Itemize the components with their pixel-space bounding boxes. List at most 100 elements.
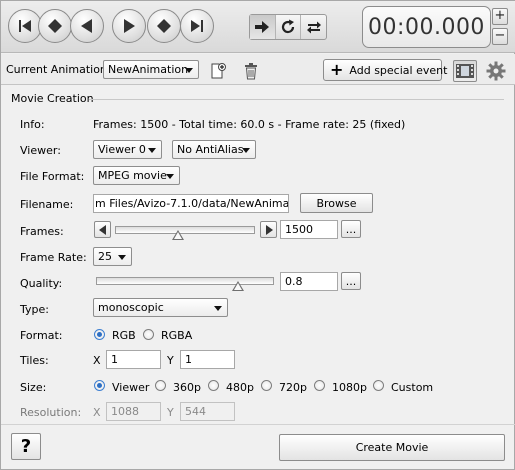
file-format-select[interactable]: MPEG movie (93, 166, 180, 185)
skip-to-start-button[interactable] (8, 9, 42, 43)
play-forward-button[interactable] (112, 9, 146, 43)
delete-animation-button[interactable] (240, 60, 262, 82)
type-value: monoscopic (98, 301, 164, 314)
size-option-720p: 720p (279, 381, 307, 394)
chevron-down-icon (118, 255, 126, 260)
next-keyframe-icon (157, 19, 171, 33)
help-button[interactable]: ? (11, 433, 41, 460)
viewer-label: Viewer: (20, 144, 61, 157)
tiles-label: Tiles: (20, 354, 49, 367)
add-special-event-button[interactable]: + Add special event (323, 59, 447, 81)
settings-button[interactable] (485, 60, 507, 82)
frames-slider-handle[interactable] (172, 230, 184, 240)
chevron-down-icon (166, 174, 174, 179)
next-keyframe-button[interactable] (147, 9, 181, 43)
size-radio-480p[interactable] (208, 380, 219, 391)
viewer-value: Viewer 0 (98, 143, 146, 156)
help-label: ? (20, 436, 32, 457)
time-increment-button[interactable]: + (492, 8, 508, 25)
settings-gear-icon (486, 61, 506, 81)
frames-value: 1500 (285, 223, 313, 236)
new-animation-icon (211, 63, 226, 79)
plus-icon: + (330, 60, 344, 79)
tiles-x-input[interactable]: 1 (106, 350, 161, 369)
arrow-left-icon (98, 224, 106, 235)
quality-label: Quality: (20, 277, 63, 290)
filename-label: Filename: (20, 198, 74, 211)
movie-creation-title: Movie Creation (11, 92, 94, 105)
resolution-x-label: X (93, 406, 101, 419)
current-animation-label: Current Animation: (6, 63, 111, 76)
size-option-360p: 360p (173, 381, 201, 394)
create-movie-label: Create Movie (355, 441, 429, 454)
resolution-x-value: 1088 (111, 405, 139, 418)
size-radio-720p[interactable] (261, 380, 272, 391)
arrow-right-icon (265, 224, 273, 235)
transport-toolbar: 00:00.000 + − (1, 1, 515, 53)
time-decrement-button[interactable]: − (492, 28, 508, 45)
frame-rate-value: 25 (98, 250, 112, 263)
resolution-y-input[interactable]: 544 (180, 402, 235, 421)
playback-mode-group (249, 14, 327, 40)
chevron-down-icon (242, 148, 250, 153)
file-format-label: File Format: (20, 170, 85, 183)
skip-to-end-icon (191, 20, 203, 32)
frames-decrement-button[interactable] (94, 221, 111, 238)
tiles-y-label: Y (167, 354, 174, 367)
chevron-down-icon (148, 148, 156, 153)
tiles-y-input[interactable]: 1 (180, 350, 235, 369)
footer-divider (1, 424, 515, 425)
previous-keyframe-button[interactable] (38, 9, 72, 43)
size-radio-360p[interactable] (155, 380, 166, 391)
frames-slider-track[interactable] (115, 226, 255, 234)
format-radio-rgb[interactable] (94, 329, 105, 340)
frames-increment-button[interactable] (260, 221, 277, 238)
swing-button[interactable] (301, 15, 326, 39)
size-radio-viewer[interactable] (94, 380, 105, 391)
create-movie-button[interactable]: Create Movie (279, 434, 505, 461)
resolution-label: Resolution: (20, 406, 82, 419)
resolution-x-input[interactable]: 1088 (106, 402, 161, 421)
size-option-1080p: 1080p (332, 381, 367, 394)
skip-to-start-icon (19, 20, 31, 32)
frames-options-button[interactable]: ... (341, 220, 361, 238)
quality-options-label: ... (345, 274, 357, 288)
antialias-select[interactable]: No AntiAlias (172, 140, 256, 159)
frames-input[interactable]: 1500 (280, 220, 338, 239)
browse-label: Browse (316, 196, 357, 210)
movie-creation-icon (456, 64, 474, 78)
quality-options-button[interactable]: ... (341, 272, 361, 290)
file-format-value: MPEG movie (98, 169, 167, 182)
quality-input[interactable]: 0.8 (280, 272, 338, 291)
current-animation-select[interactable]: NewAnimation (103, 60, 199, 79)
chevron-down-icon (185, 68, 193, 73)
frame-rate-select[interactable]: 25 (93, 247, 132, 266)
delete-animation-icon (245, 63, 257, 80)
size-radio-custom[interactable] (373, 380, 384, 391)
swing-icon (306, 21, 321, 34)
viewer-select[interactable]: Viewer 0 (93, 140, 162, 159)
size-label: Size: (20, 381, 47, 394)
size-radio-1080p[interactable] (314, 380, 325, 391)
play-backward-icon (81, 19, 92, 33)
browse-button[interactable]: Browse (300, 193, 373, 213)
play-forward-icon (124, 19, 135, 33)
filename-input[interactable]: m Files/Avizo-7.1.0/data/NewAnimation (93, 194, 289, 213)
loop-button[interactable] (276, 15, 302, 39)
quality-slider-track[interactable] (96, 277, 274, 285)
quality-slider-handle[interactable] (232, 281, 245, 291)
frames-label: Frames: (20, 225, 64, 238)
antialias-value: No AntiAlias (177, 143, 244, 156)
skip-to-end-button[interactable] (180, 9, 214, 43)
movie-creation-toggle[interactable] (453, 60, 477, 82)
info-value: Frames: 1500 - Total time: 60.0 s - Fram… (93, 118, 406, 131)
frame-rate-label: Frame Rate: (20, 251, 87, 264)
type-select[interactable]: monoscopic (93, 298, 228, 317)
time-display[interactable]: 00:00.000 (362, 6, 491, 48)
previous-keyframe-icon (48, 19, 62, 33)
new-animation-button[interactable] (207, 60, 229, 82)
play-once-button[interactable] (250, 15, 276, 39)
type-label: Type: (20, 303, 49, 316)
play-backward-button[interactable] (70, 9, 104, 43)
format-radio-rgba[interactable] (143, 329, 154, 340)
